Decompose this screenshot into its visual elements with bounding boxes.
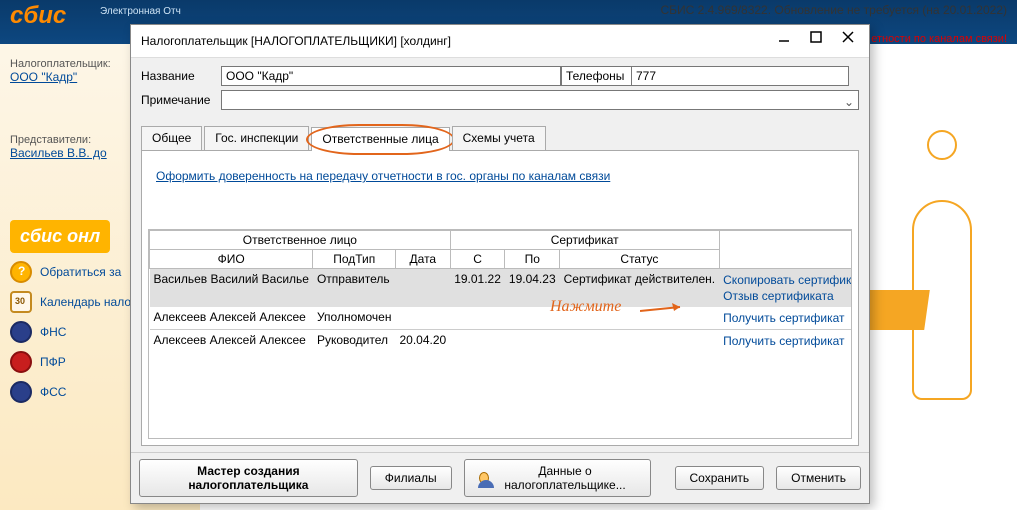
modal-footer: Мастер создания налогоплательщика Филиал… [131,452,869,503]
tab-accounting-schemes[interactable]: Схемы учета [452,126,546,150]
close-button[interactable] [833,31,863,51]
person-icon [479,472,489,484]
create-poa-link[interactable]: Оформить доверенность на передачу отчетн… [156,169,610,183]
maximize-icon [810,31,822,43]
minimize-icon [778,31,790,43]
help-icon [10,261,32,283]
grid-group-person: Ответственное лицо [150,231,451,250]
tab-content: Оформить доверенность на передачу отчетн… [141,151,859,446]
name-label: Название [141,69,221,83]
col-subtype[interactable]: ПодТип [313,250,396,269]
annotation-text: Нажмите [550,298,621,316]
tab-gov-inspections[interactable]: Гос. инспекции [204,126,309,150]
tabs: Общее Гос. инспекции Ответственные лица … [141,126,859,151]
sbis-online-logo[interactable]: сбис онл [10,220,110,253]
assistant-illustration [897,160,987,490]
col-to[interactable]: По [505,250,560,269]
sidebar-label-fss: ФСС [40,385,66,399]
chevron-down-icon: ⌄ [844,95,854,109]
save-button[interactable]: Сохранить [675,466,765,490]
taxpayer-info-button[interactable]: Данные о налогоплательщике... [464,459,651,497]
fss-icon [10,381,32,403]
table-row[interactable]: Васильев Василий ВасильеОтправитель19.01… [150,269,853,308]
note-input[interactable]: ⌄ [221,90,859,110]
table-row[interactable]: Алексеев Алексей АлексееРуководител20.04… [150,330,853,353]
cert-action-link[interactable]: Скопировать сертификат [723,272,852,288]
pfr-icon [10,351,32,373]
col-status[interactable]: Статус [560,250,720,269]
table-row[interactable]: Алексеев Алексей АлексееУполномоченПолуч… [150,307,853,330]
sidebar-label-pfr: ПФР [40,355,66,369]
maximize-button[interactable] [801,31,831,51]
phones-input[interactable] [631,66,849,86]
taxpayer-modal: Налогоплательщик [НАЛОГОПЛАТЕЛЬЩИКИ] [хо… [130,24,870,504]
tab-general[interactable]: Общее [141,126,202,150]
cert-action-link[interactable]: Получить сертификат [723,333,852,349]
minimize-button[interactable] [769,31,799,51]
cert-action-link[interactable]: Отзыв сертификата [723,288,852,304]
sidebar-label-help: Обратиться за [40,265,121,279]
annotation-arrow-icon [640,303,690,323]
responsible-persons-grid: Ответственное лицо Сертификат ФИО ПодТип… [148,229,852,439]
branches-button[interactable]: Филиалы [370,466,452,490]
col-from[interactable]: С [450,250,505,269]
app-logo-subtitle: Электронная Отч [100,6,181,17]
close-icon [842,31,854,43]
taxpayer-wizard-button[interactable]: Мастер создания налогоплательщика [139,459,358,497]
app-status-text: СБИС 2.4.969/8322. Обновление не требует… [661,3,1008,17]
calendar-icon [10,291,32,313]
app-alert-text: етности по каналам связи! [871,33,1007,45]
fns-icon [10,321,32,343]
col-fio[interactable]: ФИО [150,250,313,269]
col-date[interactable]: Дата [395,250,450,269]
app-logo: сбис [10,2,66,30]
grid-group-cert: Сертификат [450,231,719,250]
phones-label: Телефоны [561,66,631,86]
cert-action-link[interactable]: Получить сертификат [723,310,852,326]
sidebar-label-fns: ФНС [40,325,66,339]
cancel-button[interactable]: Отменить [776,466,861,490]
tab-responsible-persons[interactable]: Ответственные лица [311,127,449,151]
modal-title: Налогоплательщик [НАЛОГОПЛАТЕЛЬЩИКИ] [хо… [141,34,767,48]
note-label: Примечание [141,93,221,107]
name-input[interactable] [221,66,561,86]
